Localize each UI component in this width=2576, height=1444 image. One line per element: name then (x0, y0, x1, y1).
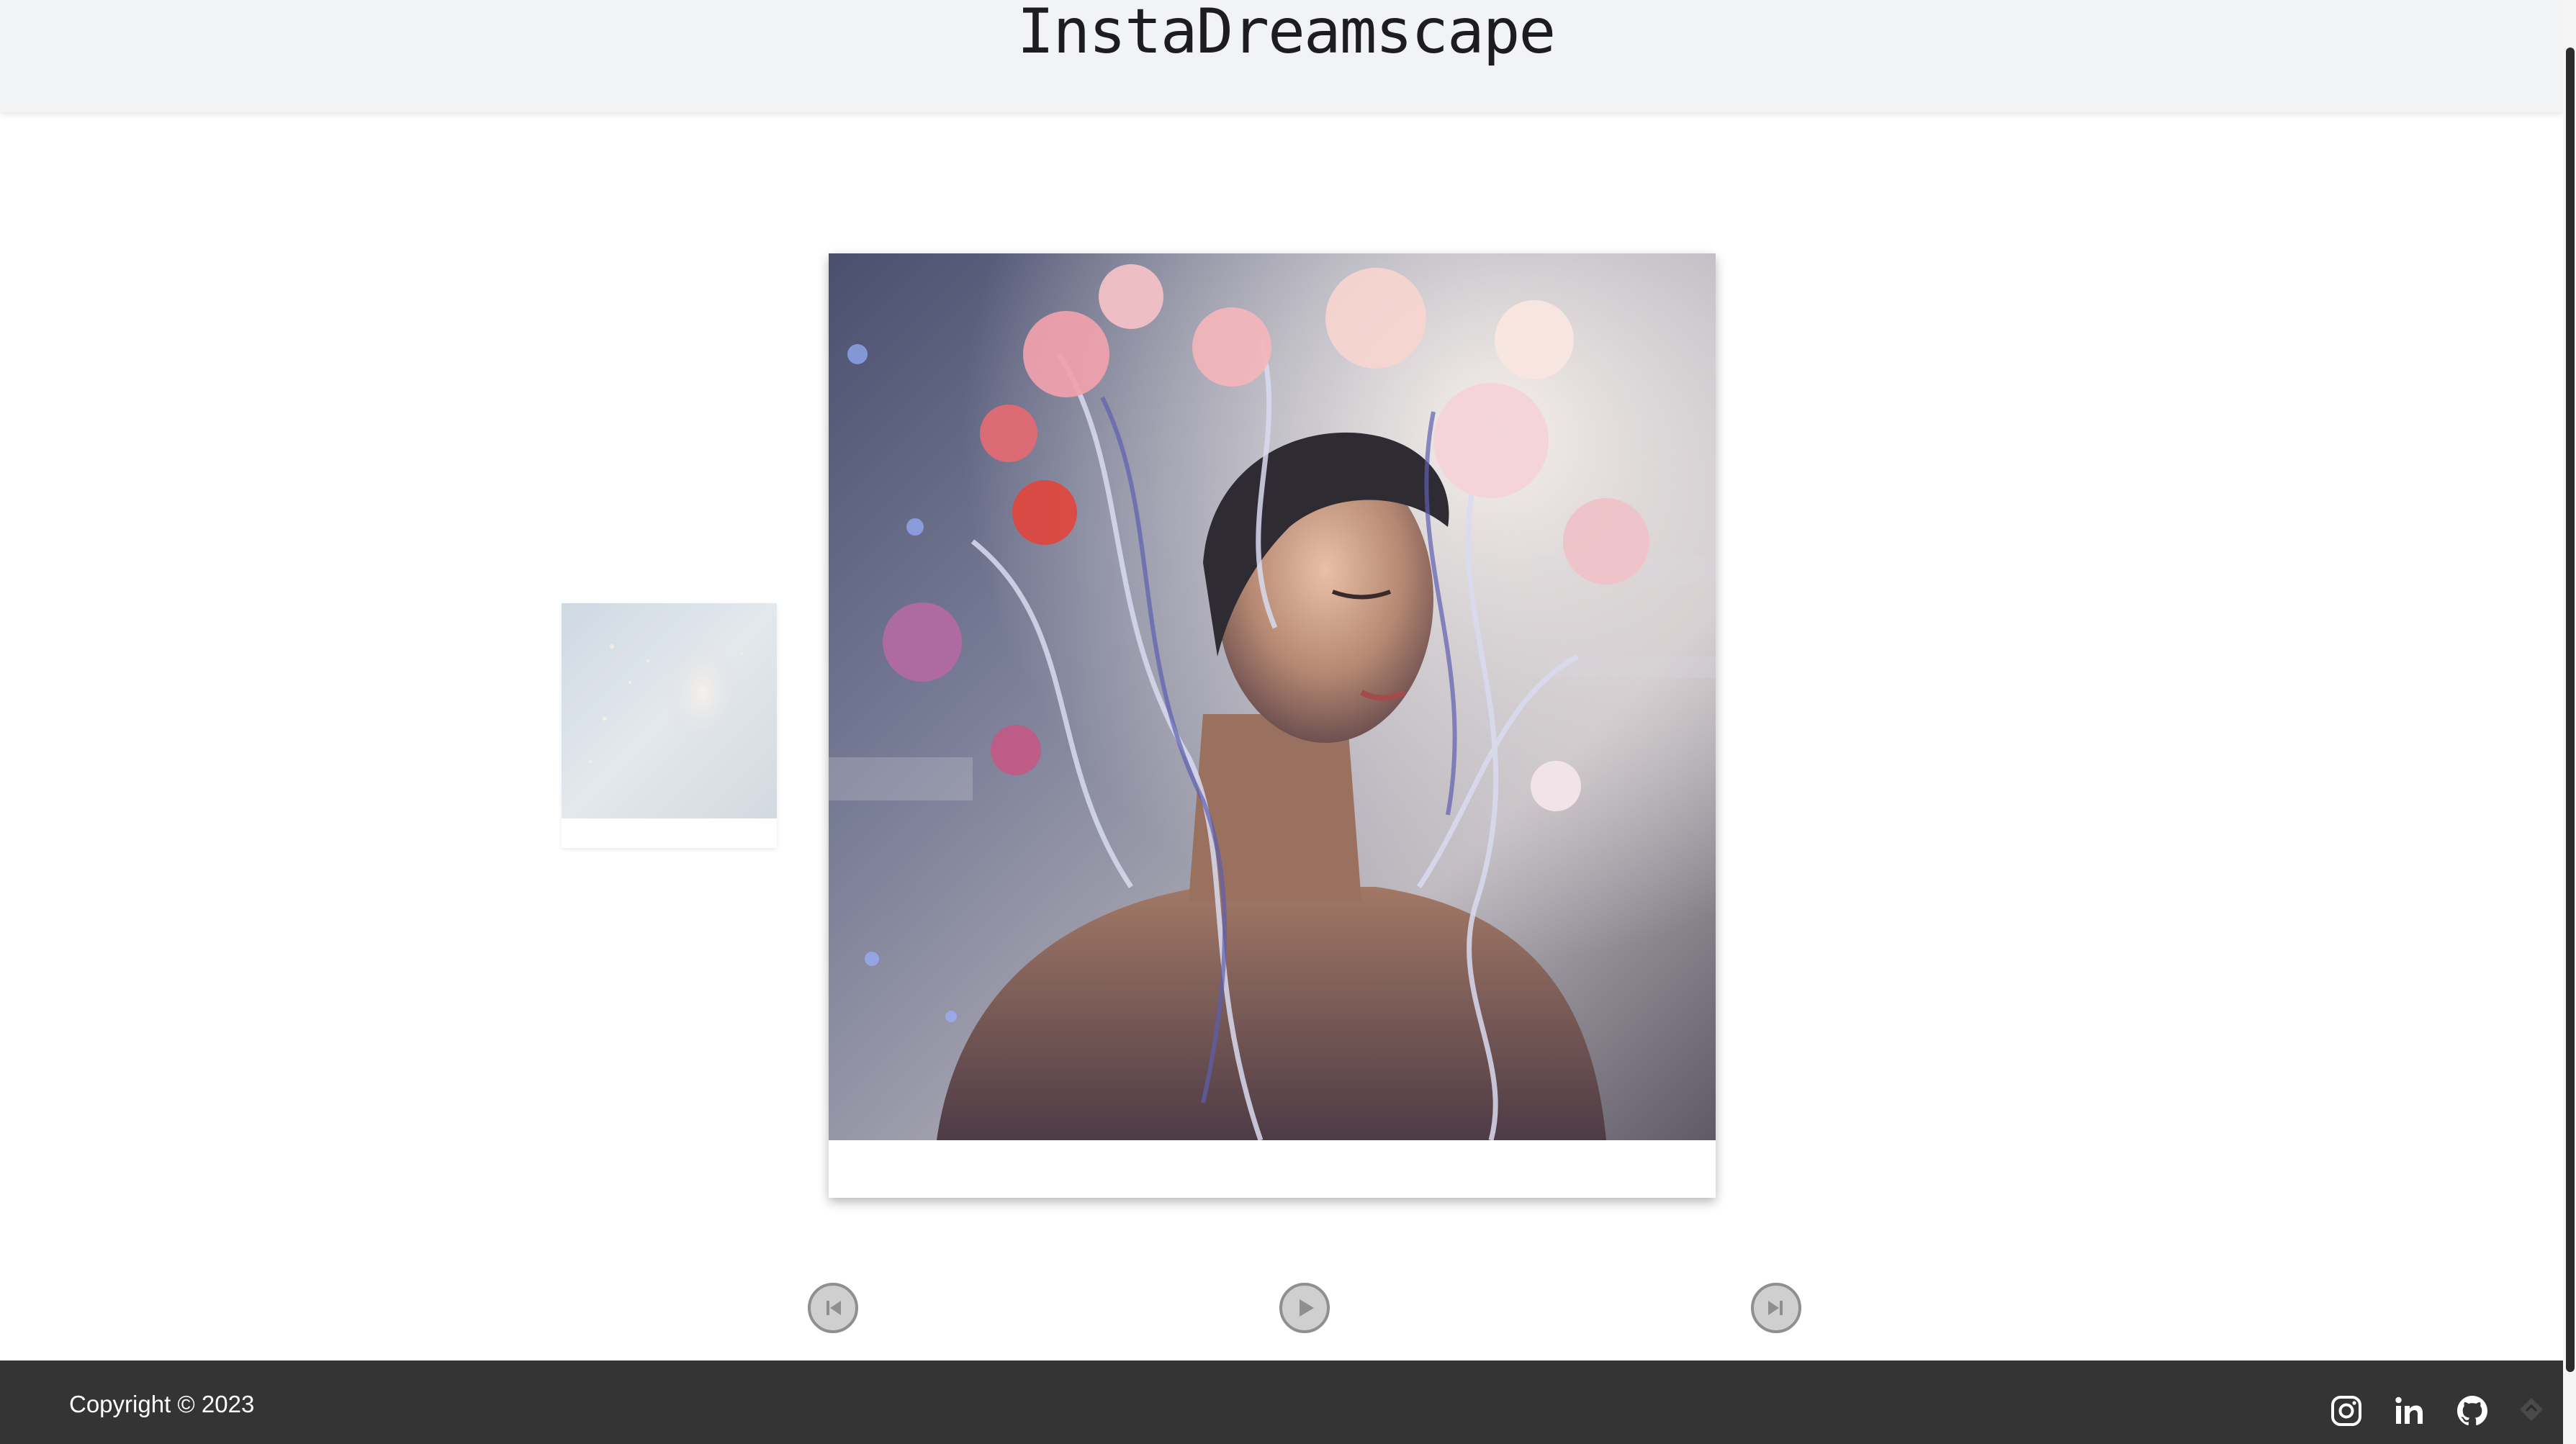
copyright-text: Copyright © 2023 (69, 1391, 255, 1417)
play-icon (1300, 1299, 1314, 1317)
app-page: InstaDreamscape Copyright © 2023 (0, 0, 2576, 1444)
github-icon (2457, 1396, 2487, 1425)
play-button[interactable] (1279, 1283, 1330, 1333)
back-to-top-button[interactable] (2517, 1395, 2546, 1424)
github-link[interactable] (2455, 1394, 2490, 1428)
linkedin-icon (2395, 1396, 2423, 1424)
current-slide-image (829, 253, 1716, 1140)
previous-slide-card[interactable] (562, 603, 777, 848)
site-header: InstaDreamscape (0, 0, 2563, 112)
scrollbar-thumb[interactable] (2566, 48, 2575, 1372)
next-button[interactable] (1751, 1283, 1801, 1333)
image-carousel (0, 112, 2563, 1360)
current-slide-card[interactable] (829, 253, 1716, 1198)
skip-previous-icon (827, 1301, 841, 1315)
site-footer: Copyright © 2023 (0, 1360, 2563, 1444)
previous-slide-image (562, 603, 777, 818)
instagram-icon (2331, 1396, 2361, 1426)
linkedin-link[interactable] (2392, 1394, 2426, 1428)
chevron-up-icon (2520, 1398, 2543, 1421)
page-scrollbar[interactable] (2563, 0, 2576, 1444)
skip-next-icon (1768, 1301, 1783, 1315)
site-title: InstaDreamscape (1017, 0, 1557, 68)
instagram-link[interactable] (2329, 1394, 2364, 1428)
previous-button[interactable] (808, 1283, 858, 1333)
